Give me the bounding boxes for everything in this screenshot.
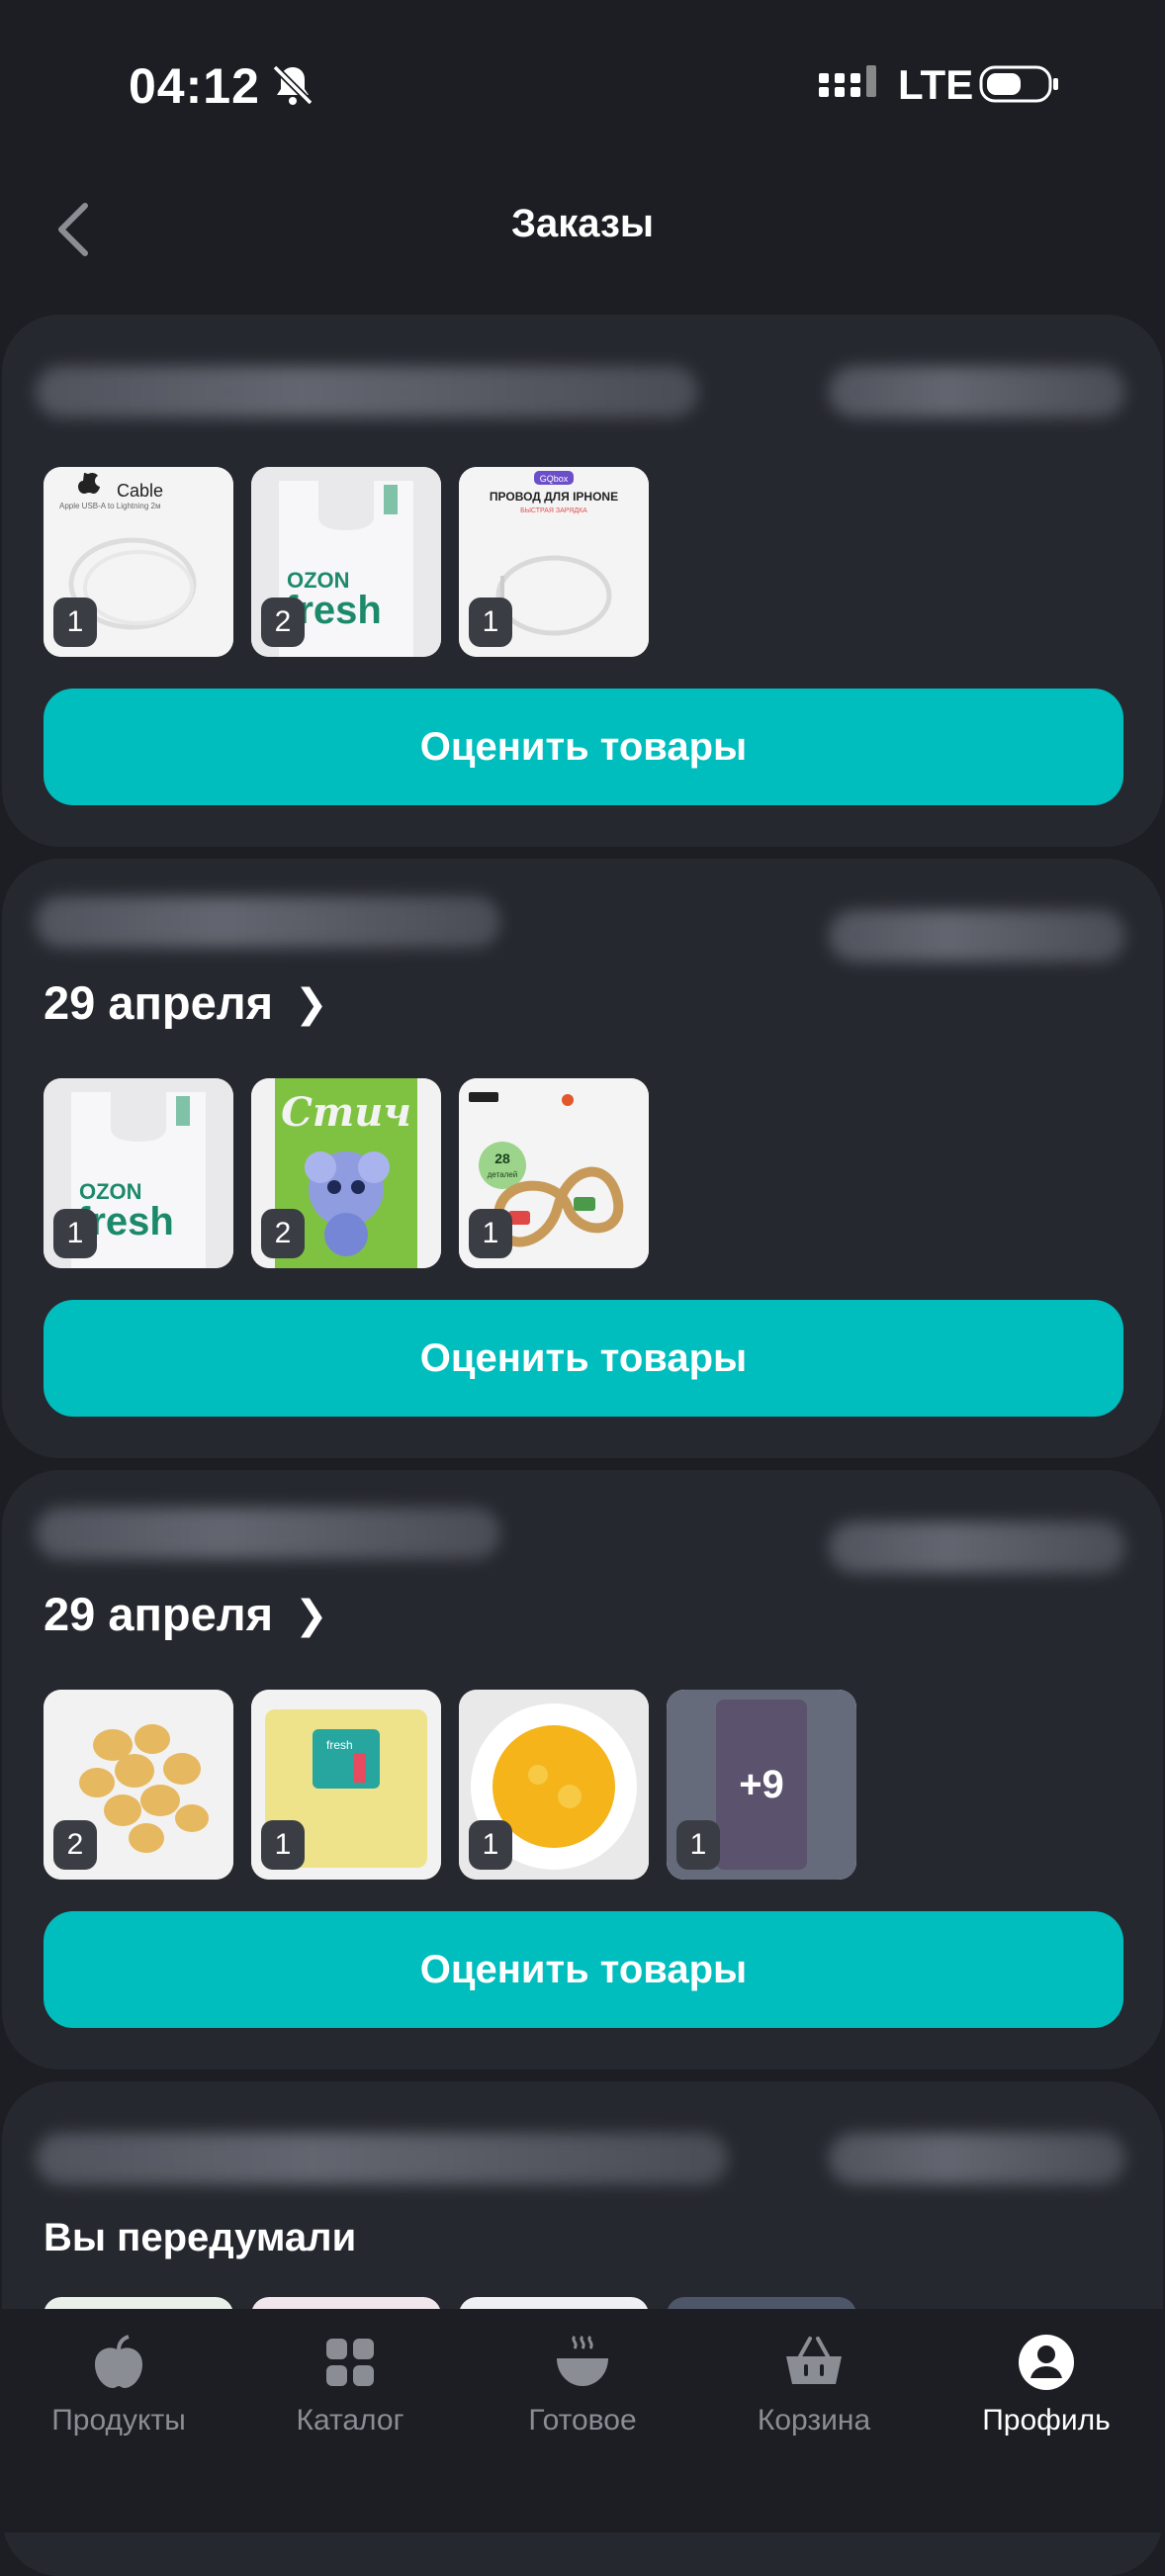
profile-icon	[1019, 2335, 1074, 2390]
nav-ready-food[interactable]: Готовое	[484, 2331, 681, 2438]
nav-label: Готовое	[528, 2404, 637, 2437]
rate-items-button[interactable]: Оценить товары	[44, 1911, 1123, 2028]
item-quantity: 1	[261, 1820, 305, 1870]
nav-cart[interactable]: Корзина	[715, 2331, 913, 2438]
item-quantity: 2	[261, 1209, 305, 1258]
rate-items-button[interactable]: Оценить товары	[44, 689, 1123, 805]
bottom-navigation: Продукты Каталог Готовое Корзина Профиль	[0, 2309, 1165, 2532]
order-date-link[interactable]: 29 апреля ❯	[44, 975, 328, 1030]
item-quantity: 1	[469, 598, 512, 647]
bell-muted-icon	[272, 64, 314, 106]
page-title: Заказы	[510, 202, 655, 245]
signal-icon	[819, 65, 876, 97]
item-quantity: 2	[261, 598, 305, 647]
cable-label: Cable	[117, 481, 163, 501]
item-thumbnail[interactable]: Стич 2	[251, 1078, 441, 1268]
order-number-blurred	[829, 2133, 1125, 2184]
header: Заказы	[0, 168, 1165, 302]
brand-label: GQbox	[540, 474, 569, 484]
item-quantity: 1	[676, 1820, 720, 1870]
item-quantity: 1	[53, 1209, 97, 1258]
product-sublabel: БЫСТРАЯ ЗАРЯДКА	[520, 507, 587, 514]
status-bar: 04:12 LTE	[0, 0, 1165, 168]
order-number-blurred	[829, 366, 1125, 417]
network-type: LTE	[898, 61, 974, 108]
item-thumbnail[interactable]: OZON fresh 1	[44, 1078, 233, 1268]
nav-products[interactable]: Продукты	[20, 2331, 218, 2438]
order-date: 29 апреля	[44, 976, 273, 1029]
item-quantity: 1	[53, 598, 97, 647]
cable-sublabel: Apple USB-A to Lightning 2м	[59, 502, 160, 510]
nav-catalog[interactable]: Каталог	[251, 2331, 449, 2438]
nav-profile[interactable]: Профиль	[947, 2331, 1145, 2438]
item-quantity: 1	[469, 1820, 512, 1870]
basket-icon	[786, 2337, 842, 2384]
parts-label: деталей	[488, 1170, 517, 1179]
chevron-right-icon: ❯	[295, 982, 328, 1026]
nav-label: Профиль	[982, 2404, 1111, 2437]
order-status-blurred	[36, 896, 500, 948]
order-card[interactable]: 29 апреля ❯ 2 fresh 1 1 +9 1 Оценить тов…	[2, 1470, 1163, 2070]
item-thumbnail[interactable]: 1	[459, 1690, 649, 1880]
battery-icon	[979, 65, 1058, 103]
grid-icon	[326, 2339, 374, 2386]
order-status: Вы передумали	[44, 2216, 357, 2259]
parts-count: 28	[494, 1150, 510, 1166]
nav-label: Корзина	[757, 2404, 871, 2437]
order-number-blurred	[829, 910, 1125, 962]
apple-icon	[95, 2335, 142, 2388]
nav-label: Каталог	[296, 2404, 404, 2437]
product-label: ПРОВОД ДЛЯ IPHONE	[490, 490, 618, 504]
stitch-title: Стич	[281, 1089, 411, 1136]
item-thumbnail[interactable]: fresh 1	[251, 1690, 441, 1880]
item-thumbnail[interactable]: 2	[44, 1690, 233, 1880]
order-date: 29 апреля	[44, 1588, 273, 1640]
order-date-link[interactable]: 29 апреля ❯	[44, 1587, 328, 1641]
order-status-blurred	[36, 2133, 728, 2184]
rate-items-button[interactable]: Оценить товары	[44, 1300, 1123, 1417]
item-thumbnail[interactable]: 28 деталей 1	[459, 1078, 649, 1268]
order-status-blurred	[36, 1508, 500, 1559]
order-card[interactable]: 29 апреля ❯ OZON fresh 1 Стич 2 28 детал…	[2, 859, 1163, 1458]
item-thumbnail[interactable]: +9 1	[667, 1690, 856, 1880]
dish-icon	[557, 2335, 608, 2386]
order-number-blurred	[829, 1521, 1125, 1573]
chevron-right-icon: ❯	[295, 1594, 328, 1637]
status-time: 04:12	[129, 58, 260, 114]
item-quantity: 2	[53, 1820, 97, 1870]
nav-label: Продукты	[51, 2404, 186, 2437]
fresh-label: fresh	[326, 1738, 353, 1752]
item-quantity: 1	[469, 1209, 512, 1258]
order-card[interactable]: Cable Apple USB-A to Lightning 2м 1 OZON…	[2, 315, 1163, 847]
item-thumbnail[interactable]: OZON fresh 2	[251, 467, 441, 657]
item-thumbnail[interactable]: GQbox ПРОВОД ДЛЯ IPHONE БЫСТРАЯ ЗАРЯДКА …	[459, 467, 649, 657]
item-thumbnail[interactable]: Cable Apple USB-A to Lightning 2м 1	[44, 467, 233, 657]
order-status-blurred	[36, 366, 698, 417]
